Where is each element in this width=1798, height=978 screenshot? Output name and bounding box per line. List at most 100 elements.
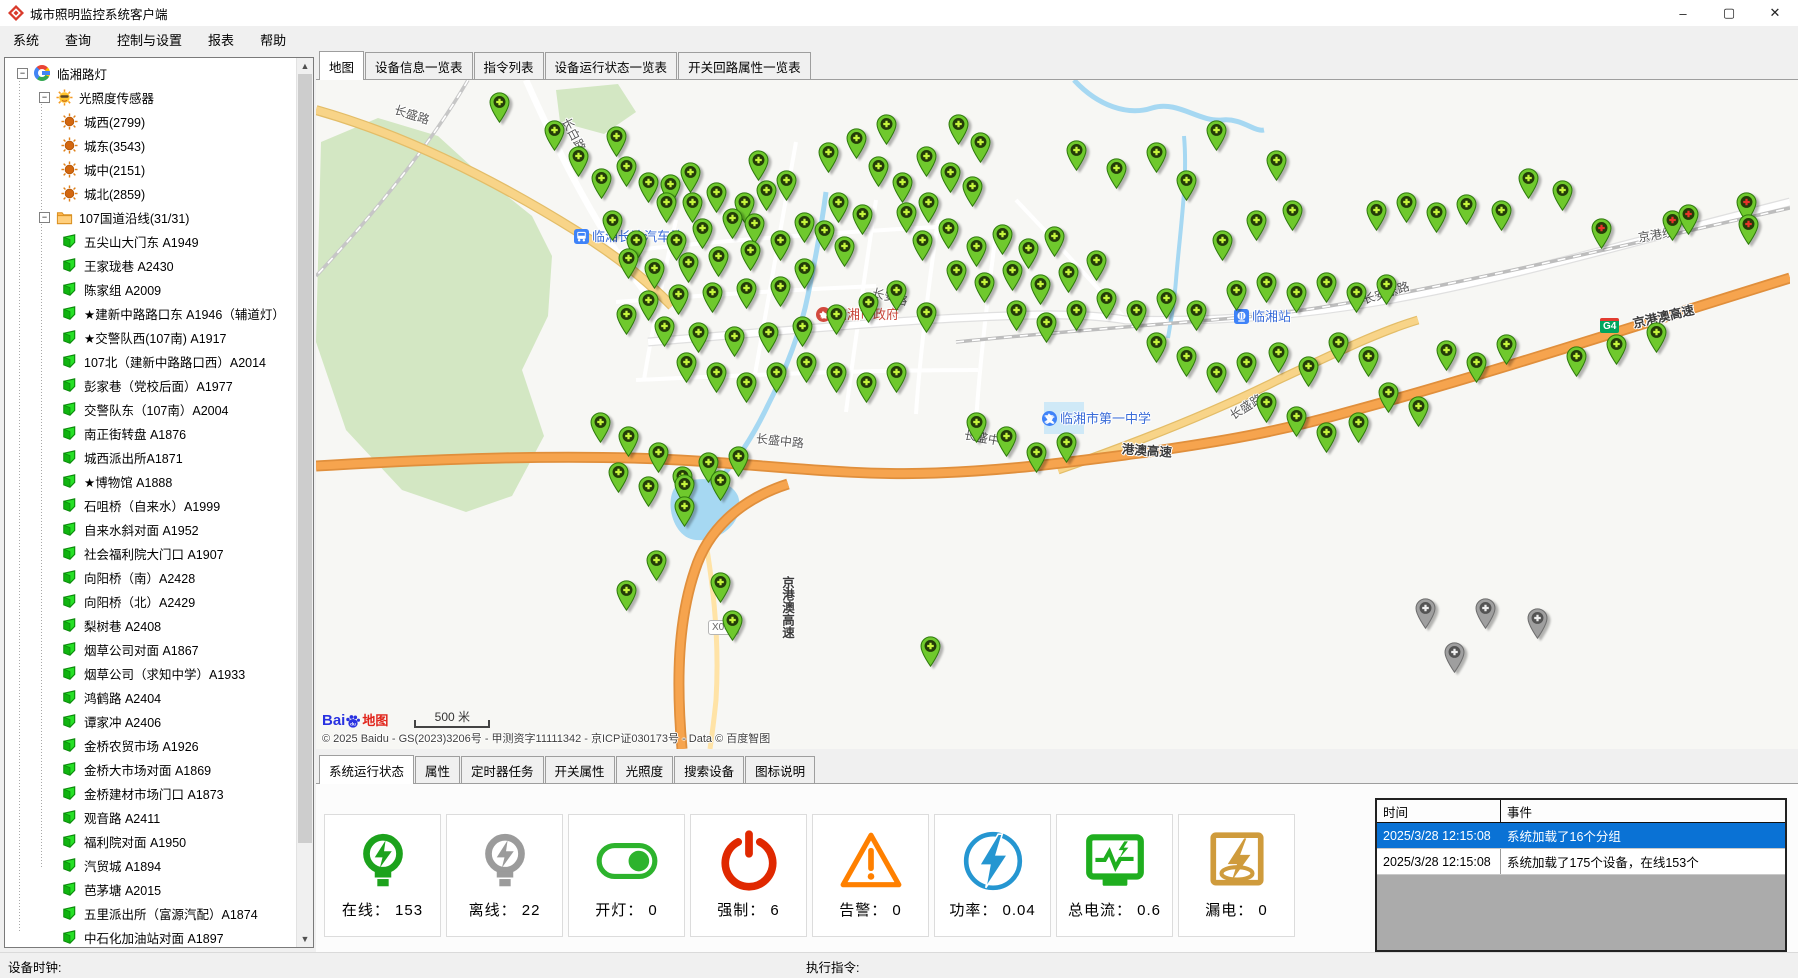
lamp-marker-online[interactable]: [1298, 356, 1319, 390]
lamp-marker-online[interactable]: [1518, 168, 1539, 202]
menu-item-1[interactable]: 查询: [52, 26, 104, 53]
map-canvas[interactable]: 长盛路长白路临湘长途汽车站★临湘市政府临湘站文临湘市第一中学长安路长安东路长盛中…: [316, 79, 1798, 749]
lamp-marker-online[interactable]: [740, 240, 761, 274]
lamp-marker-online[interactable]: [644, 258, 665, 292]
lamp-marker-online[interactable]: [1176, 346, 1197, 380]
lamp-marker-online[interactable]: [792, 316, 813, 350]
lamp-marker-online[interactable]: [688, 322, 709, 356]
lamp-marker-online[interactable]: [1256, 272, 1277, 306]
scroll-down-icon[interactable]: ▼: [297, 931, 313, 947]
lamp-marker-online[interactable]: [776, 170, 797, 204]
tree-item-1-27[interactable]: 芭茅塘 A2015: [9, 877, 313, 901]
tree-group-1[interactable]: −107国道沿线(31/31): [9, 205, 313, 229]
lamp-marker-online[interactable]: [489, 92, 510, 126]
lamp-marker-online[interactable]: [1106, 158, 1127, 192]
tree-item-1-28[interactable]: 五里派出所（富源汽配）A1874: [9, 901, 313, 925]
lamp-marker-online[interactable]: [544, 120, 565, 154]
lamp-marker-online[interactable]: [656, 192, 677, 226]
lamp-marker-online[interactable]: [1006, 300, 1027, 334]
lamp-marker-offline[interactable]: [1475, 598, 1496, 632]
lamp-marker-online[interactable]: [1206, 362, 1227, 396]
tab-bottom-3[interactable]: 开关属性: [545, 756, 615, 784]
event-log-row[interactable]: 2025/3/28 12:15:08系统加载了16个分组: [1377, 823, 1785, 849]
lamp-marker-online[interactable]: [1246, 210, 1267, 244]
lamp-marker-online[interactable]: [568, 146, 589, 180]
tree-item-0-2[interactable]: 城中(2151): [9, 157, 313, 181]
tab-map-1[interactable]: 设备信息一览表: [365, 52, 473, 80]
lamp-marker-online[interactable]: [770, 276, 791, 310]
lamp-marker-online[interactable]: [602, 210, 623, 244]
lamp-marker-online[interactable]: [1286, 406, 1307, 440]
tree-item-1-12[interactable]: 自来水斜对面 A1952: [9, 517, 313, 541]
lamp-marker-online[interactable]: [618, 248, 639, 282]
lamp-marker-online[interactable]: [868, 156, 889, 190]
lamp-marker-online[interactable]: [1002, 260, 1023, 294]
lamp-marker-online[interactable]: [1126, 300, 1147, 334]
tree-group-0[interactable]: −光照度传感器: [9, 85, 313, 109]
lamp-marker-online[interactable]: [918, 192, 939, 226]
maximize-button[interactable]: ▢: [1706, 0, 1752, 26]
tree-item-1-7[interactable]: 交警队东（107南）A2004: [9, 397, 313, 421]
lamp-marker-online[interactable]: [920, 636, 941, 670]
tree-item-1-1[interactable]: 王家珑巷 A2430: [9, 253, 313, 277]
scroll-up-icon[interactable]: ▲: [297, 58, 313, 74]
lamp-marker-alarm[interactable]: [1678, 204, 1699, 238]
lamp-marker-online[interactable]: [654, 316, 675, 350]
lamp-marker-online[interactable]: [646, 550, 667, 584]
lamp-marker-online[interactable]: [1456, 194, 1477, 228]
lamp-marker-online[interactable]: [1436, 340, 1457, 374]
tree-item-1-13[interactable]: 社会福利院大门口 A1907: [9, 541, 313, 565]
lamp-marker-online[interactable]: [1236, 352, 1257, 386]
tab-map-3[interactable]: 设备运行状态一览表: [545, 52, 678, 80]
lamp-marker-online[interactable]: [826, 304, 847, 338]
tab-map-0[interactable]: 地图: [319, 51, 364, 80]
lamp-marker-online[interactable]: [736, 278, 757, 312]
lamp-marker-online[interactable]: [1156, 288, 1177, 322]
lamp-marker-online[interactable]: [1408, 396, 1429, 430]
lamp-marker-online[interactable]: [590, 412, 611, 446]
lamp-marker-online[interactable]: [1146, 332, 1167, 366]
lamp-marker-online[interactable]: [1286, 282, 1307, 316]
lamp-marker-online[interactable]: [1030, 274, 1051, 308]
lamp-marker-online[interactable]: [1056, 432, 1077, 466]
lamp-marker-online[interactable]: [796, 352, 817, 386]
lamp-marker-online[interactable]: [702, 282, 723, 316]
lamp-marker-online[interactable]: [1066, 140, 1087, 174]
tree-item-1-22[interactable]: 金桥大市场对面 A1869: [9, 757, 313, 781]
lamp-marker-online[interactable]: [1176, 170, 1197, 204]
lamp-marker-online[interactable]: [606, 126, 627, 160]
lamp-marker-online[interactable]: [708, 246, 729, 280]
minimize-button[interactable]: –: [1660, 0, 1706, 26]
lamp-marker-online[interactable]: [1606, 334, 1627, 368]
lamp-marker-online[interactable]: [1426, 202, 1447, 236]
tree-item-1-11[interactable]: 石咀桥（自来水）A1999: [9, 493, 313, 517]
lamp-marker-online[interactable]: [591, 168, 612, 202]
lamp-marker-online[interactable]: [966, 412, 987, 446]
tree-item-1-3[interactable]: ★建新中路路口东 A1946（辅道灯）: [9, 301, 313, 325]
lamp-marker-online[interactable]: [852, 204, 873, 238]
tree-item-1-15[interactable]: 向阳桥（北）A2429: [9, 589, 313, 613]
lamp-marker-online[interactable]: [1566, 346, 1587, 380]
tab-map-4[interactable]: 开关回路属性一览表: [678, 52, 811, 80]
lamp-marker-online[interactable]: [676, 352, 697, 386]
lamp-marker-online[interactable]: [1358, 346, 1379, 380]
lamp-marker-online[interactable]: [680, 162, 701, 196]
lamp-marker-online[interactable]: [1086, 250, 1107, 284]
lamp-marker-online[interactable]: [758, 322, 779, 356]
lamp-marker-online[interactable]: [706, 362, 727, 396]
tree-item-1-24[interactable]: 观音路 A2411: [9, 805, 313, 829]
lamp-marker-online[interactable]: [826, 362, 847, 396]
expand-collapse-icon[interactable]: −: [39, 212, 50, 223]
lamp-marker-online[interactable]: [886, 362, 907, 396]
lamp-marker-online[interactable]: [1256, 392, 1277, 426]
lamp-marker-online[interactable]: [962, 176, 983, 210]
lamp-marker-online[interactable]: [834, 236, 855, 270]
tree-item-1-17[interactable]: 烟草公司对面 A1867: [9, 637, 313, 661]
lamp-marker-online[interactable]: [1378, 382, 1399, 416]
lamp-marker-online[interactable]: [892, 172, 913, 206]
tree-item-1-21[interactable]: 金桥农贸市场 A1926: [9, 733, 313, 757]
tree-root[interactable]: −临湘路灯: [9, 61, 313, 85]
menu-item-2[interactable]: 控制与设置: [104, 26, 195, 53]
tree-item-1-16[interactable]: 梨树巷 A2408: [9, 613, 313, 637]
lamp-marker-online[interactable]: [756, 180, 777, 214]
